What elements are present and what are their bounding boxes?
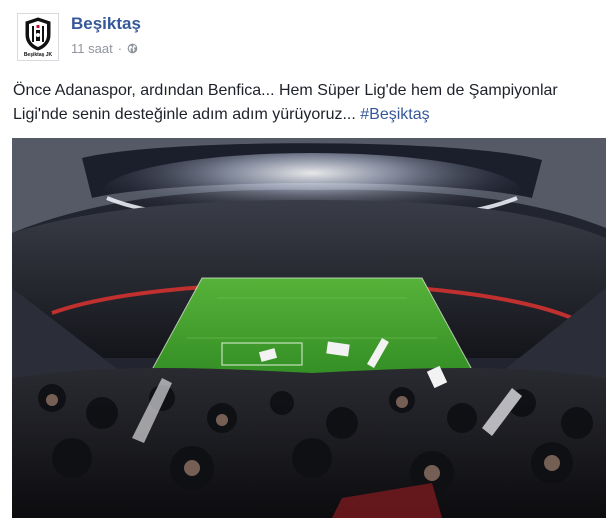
besiktas-crest-icon xyxy=(25,17,51,51)
hashtag-link[interactable]: #Beşiktaş xyxy=(360,106,429,123)
page-name-link[interactable]: Beşiktaş xyxy=(71,14,141,34)
post-timestamp[interactable]: 11 saat xyxy=(71,41,113,56)
page-avatar[interactable]: Beşiktaş JK xyxy=(17,13,59,61)
avatar-caption: Beşiktaş JK xyxy=(23,52,53,58)
post-meta: 11 saat · xyxy=(71,41,138,56)
stadium-photo[interactable] xyxy=(12,138,606,518)
post-message-text: Önce Adanaspor, ardından Benfica... Hem … xyxy=(13,82,558,123)
meta-separator: · xyxy=(117,41,123,56)
post-message: Önce Adanaspor, ardından Benfica... Hem … xyxy=(13,79,603,127)
globe-icon[interactable] xyxy=(127,43,138,54)
facebook-post: Beşiktaş JK Beşiktaş 11 saat · Önce Adan… xyxy=(0,0,612,529)
